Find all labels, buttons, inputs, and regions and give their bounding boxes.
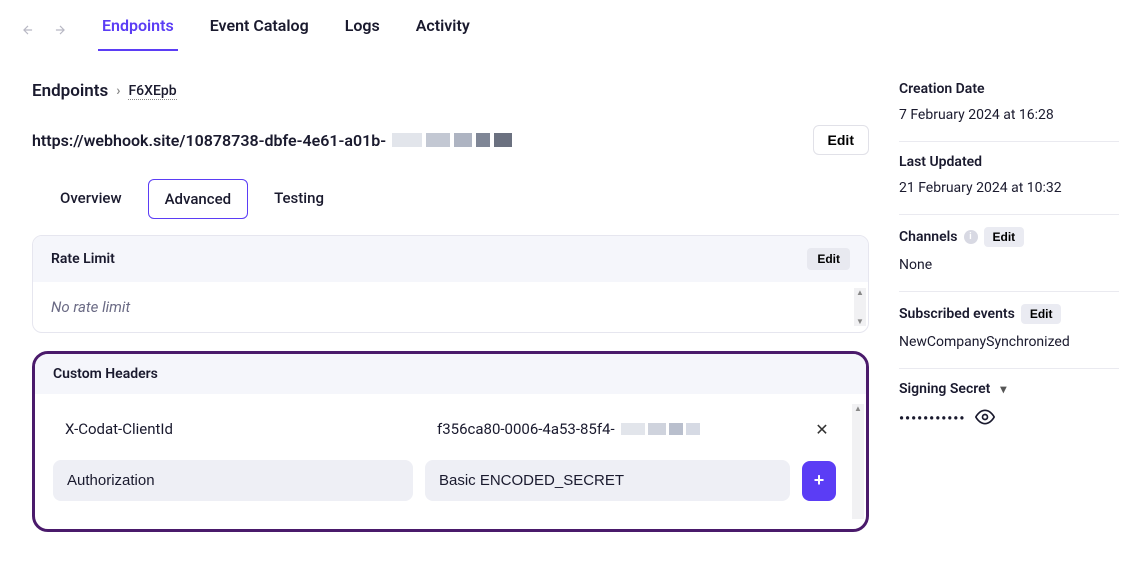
subscribed-events-label: Subscribed events	[899, 306, 1015, 322]
subscribed-events-value: NewCompanySynchronized	[899, 334, 1119, 350]
edit-endpoint-button[interactable]: Edit	[813, 125, 869, 155]
nav-forward-icon[interactable]	[48, 18, 72, 42]
redacted-segment	[621, 423, 700, 435]
rate-limit-panel: Rate Limit Edit No rate limit ▲▼	[32, 235, 869, 333]
add-header-button[interactable]: +	[802, 461, 836, 501]
subtab-advanced[interactable]: Advanced	[148, 179, 248, 219]
info-icon[interactable]: i	[964, 230, 978, 244]
header-value-input[interactable]	[425, 460, 790, 501]
subtab-testing[interactable]: Testing	[258, 179, 340, 219]
top-tabs: Endpoints Event Catalog Logs Activity	[98, 8, 474, 51]
header-key: X-Codat-ClientId	[53, 410, 413, 448]
tab-logs[interactable]: Logs	[341, 8, 384, 51]
last-updated-value: 21 February 2024 at 10:32	[899, 180, 1119, 196]
nav-back-icon[interactable]	[16, 18, 40, 42]
subtab-overview[interactable]: Overview	[44, 179, 138, 219]
header-new-row: +	[53, 460, 836, 501]
signing-secret-section: Signing Secret ▾ •••••••••••	[899, 369, 1119, 449]
breadcrumb: Endpoints › F6XEpb	[32, 81, 869, 101]
custom-headers-panel: Custom Headers X-Codat-ClientId f356ca80…	[32, 351, 869, 532]
header-value: f356ca80-0006-4a53-85f4-	[425, 410, 796, 448]
redacted-segment	[392, 133, 512, 147]
breadcrumb-root[interactable]: Endpoints	[32, 81, 108, 101]
rate-limit-edit-button[interactable]: Edit	[807, 248, 850, 270]
sub-tabs: Overview Advanced Testing	[32, 179, 869, 219]
header-row: X-Codat-ClientId f356ca80-0006-4a53-85f4…	[53, 410, 836, 448]
custom-headers-title: Custom Headers	[53, 366, 158, 382]
scrollbar[interactable]: ▲▼	[852, 404, 864, 519]
creation-date-label: Creation Date	[899, 81, 1119, 97]
creation-date-value: 7 February 2024 at 16:28	[899, 107, 1119, 123]
tab-endpoints[interactable]: Endpoints	[98, 8, 178, 51]
endpoint-url: https://webhook.site/10878738-dbfe-4e61-…	[32, 131, 512, 150]
header-value-text: f356ca80-0006-4a53-85f4-	[437, 420, 615, 438]
subscribed-events-section: Subscribed events Edit NewCompanySynchro…	[899, 292, 1119, 369]
rate-limit-value: No rate limit	[51, 298, 850, 316]
channels-edit-button[interactable]: Edit	[984, 227, 1025, 247]
endpoint-url-text: https://webhook.site/10878738-dbfe-4e61-…	[32, 131, 386, 150]
channels-label: Channels	[899, 229, 958, 245]
creation-date-section: Creation Date 7 February 2024 at 16:28	[899, 81, 1119, 142]
chevron-right-icon: ›	[116, 83, 120, 99]
channels-value: None	[899, 257, 1119, 273]
delete-header-icon[interactable]: ✕	[808, 420, 836, 439]
eye-icon[interactable]	[975, 407, 995, 431]
tab-event-catalog[interactable]: Event Catalog	[206, 8, 313, 51]
signing-secret-label: Signing Secret	[899, 381, 990, 397]
subscribed-events-edit-button[interactable]: Edit	[1021, 304, 1062, 324]
chevron-down-icon[interactable]: ▾	[1000, 382, 1006, 396]
rate-limit-title: Rate Limit	[51, 251, 115, 267]
channels-section: Channels i Edit None	[899, 215, 1119, 292]
last-updated-section: Last Updated 21 February 2024 at 10:32	[899, 142, 1119, 215]
signing-secret-masked: •••••••••••	[899, 411, 965, 427]
breadcrumb-id[interactable]: F6XEpb	[128, 83, 176, 100]
tab-activity[interactable]: Activity	[412, 8, 474, 51]
scrollbar[interactable]: ▲▼	[854, 288, 866, 326]
last-updated-label: Last Updated	[899, 154, 1119, 170]
header-key-input[interactable]	[53, 460, 413, 501]
